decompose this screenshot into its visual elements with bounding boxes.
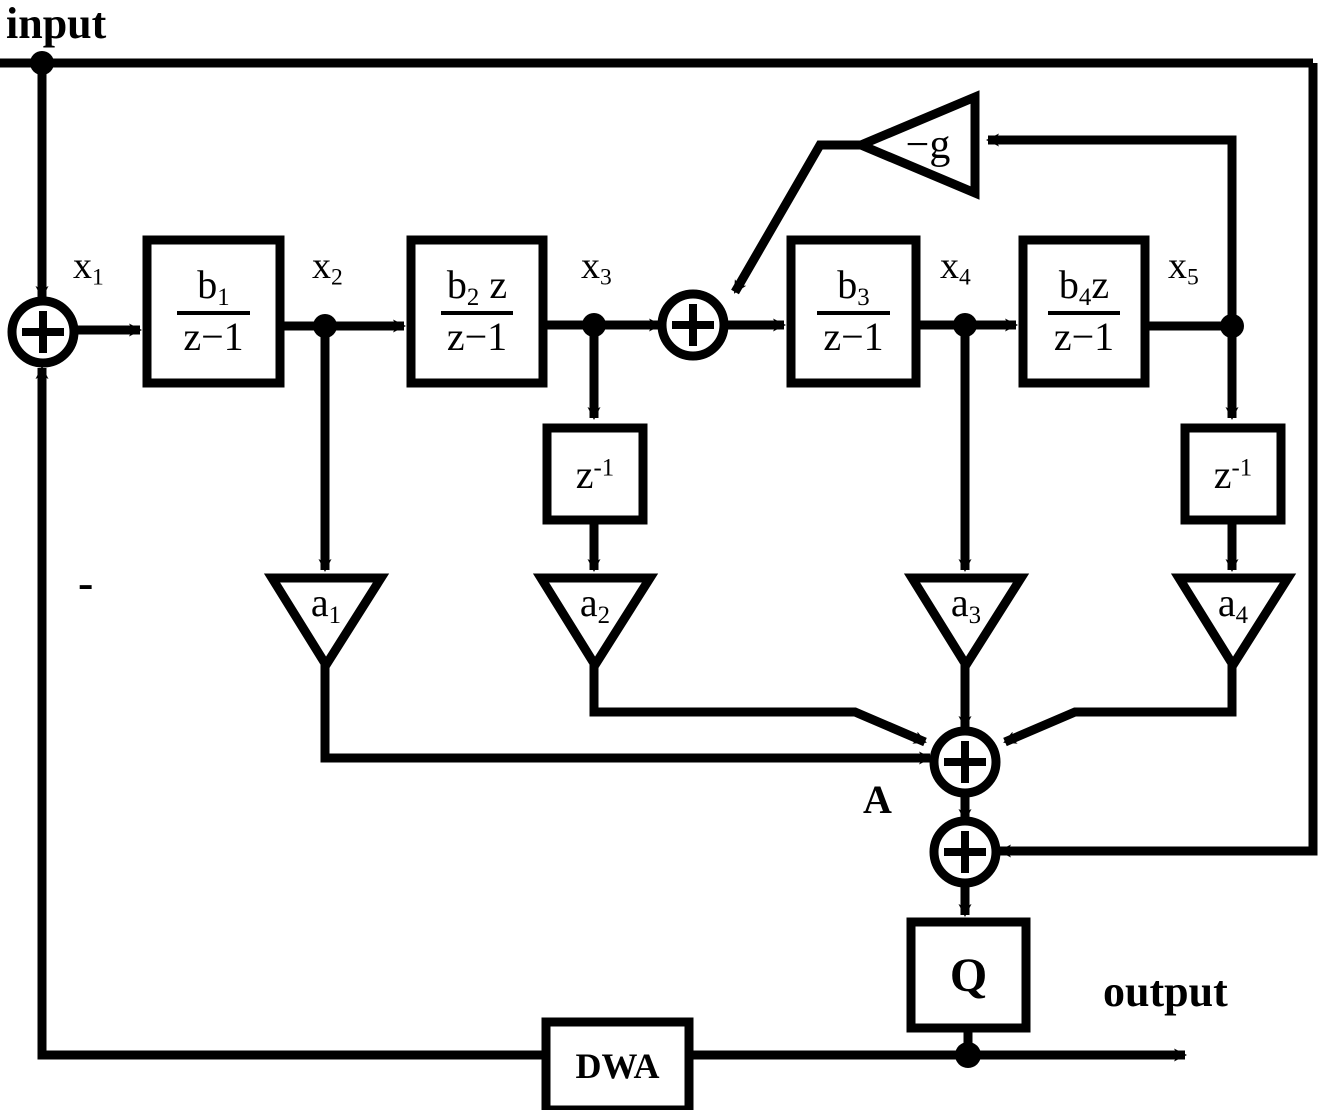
wire-a4-to-sumA bbox=[1003, 665, 1237, 747]
block-b1-label: b1 z−1 bbox=[147, 240, 280, 383]
input-label: input bbox=[6, 0, 107, 48]
node-label-x2: x2 bbox=[312, 245, 343, 291]
node-A-label: A bbox=[863, 777, 892, 822]
dot-x4 bbox=[953, 313, 977, 337]
gain-a1-label: a1 bbox=[310, 579, 342, 629]
diagram-svg bbox=[0, 51, 1318, 1110]
node-label-x3: x3 bbox=[581, 245, 612, 291]
gain-a2-label: a2 bbox=[579, 579, 611, 629]
wire-dwa-to-sum1 bbox=[35, 366, 546, 1060]
block-delay-x5-label: z-1 bbox=[1213, 451, 1253, 497]
gain-neg-g-label: −g bbox=[905, 122, 951, 168]
block-diagram-canvas: input output - A x1 x2 x3 x4 x5 b1 z−1 b… bbox=[0, 0, 1326, 1110]
block-quantizer-label: Q bbox=[949, 948, 988, 1002]
block-b4-label: b4z z−1 bbox=[1023, 240, 1145, 383]
dot-input-tap bbox=[30, 51, 54, 75]
block-delay-x3-label: z-1 bbox=[575, 451, 615, 497]
wire-a2-to-sumA bbox=[589, 665, 927, 747]
junction-dots bbox=[30, 51, 1244, 1068]
dot-x2 bbox=[313, 314, 337, 338]
node-label-x1: x1 bbox=[73, 245, 104, 291]
node-label-x4: x4 bbox=[940, 245, 971, 291]
gain-a3-label: a3 bbox=[950, 579, 982, 629]
block-dwa-label: DWA bbox=[575, 1046, 660, 1086]
dot-x3 bbox=[582, 313, 606, 337]
gain-a4-label: a4 bbox=[1217, 579, 1249, 629]
minus-sign-label: - bbox=[78, 557, 94, 608]
dot-x5 bbox=[1220, 314, 1244, 338]
block-b2-label: b2 z z−1 bbox=[411, 240, 543, 383]
node-label-x5: x5 bbox=[1168, 245, 1199, 291]
block-b3-label: b3 z−1 bbox=[791, 240, 916, 383]
dot-output bbox=[955, 1042, 981, 1068]
output-label: output bbox=[1103, 967, 1228, 1016]
